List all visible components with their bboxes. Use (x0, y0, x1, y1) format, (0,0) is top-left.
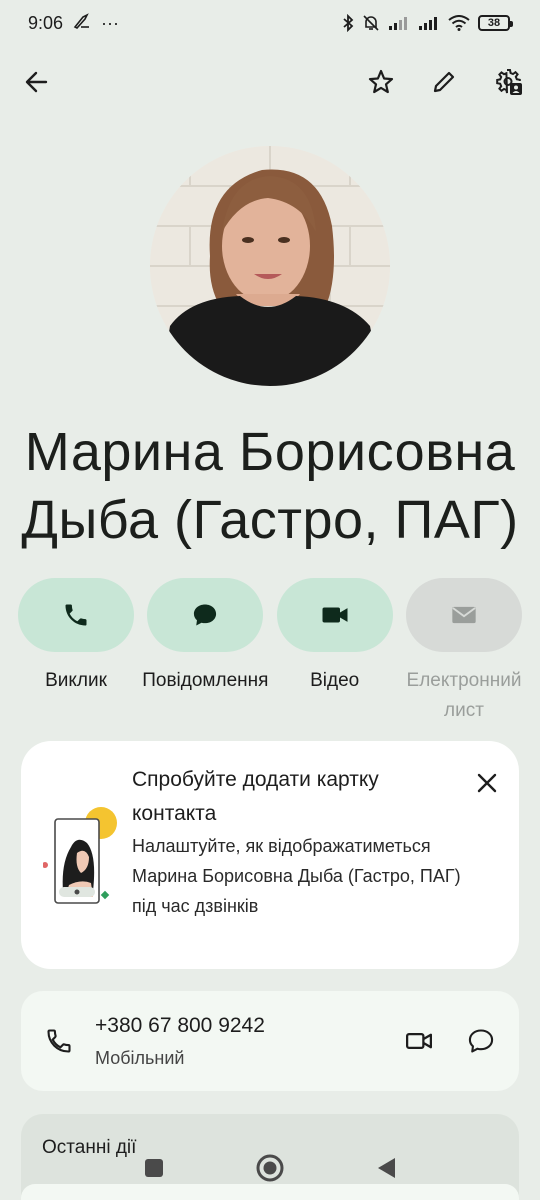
star-outline-icon (368, 69, 394, 94)
message-icon (194, 604, 217, 626)
avatar-photo (150, 146, 390, 386)
battery-level: 38 (487, 17, 501, 29)
videocam-outline-icon (406, 1033, 432, 1049)
triangle-back-icon (378, 1158, 395, 1178)
contact-avatar[interactable] (150, 146, 390, 386)
phone-number[interactable]: +380 67 800 9242 (95, 1011, 265, 1041)
contact-card-illustration (42, 803, 135, 913)
suggestion-title: Спробуйте додати картку контакта (132, 768, 379, 825)
favorite-button[interactable] (357, 58, 405, 106)
message-button[interactable] (147, 578, 264, 652)
contact-name: Марина Борисовна Дыба (Гастро, ПАГ) (21, 422, 519, 550)
home-circle-icon (256, 1154, 284, 1182)
contact-settings-icon (496, 69, 522, 95)
videocam-icon (322, 607, 348, 623)
message-action[interactable]: Повідомлення (142, 578, 268, 726)
status-time: 9:06 (28, 12, 64, 33)
wifi-icon (448, 15, 470, 31)
email-label: Електронний лист (406, 670, 522, 721)
edit-button[interactable] (420, 58, 468, 106)
email-button (405, 578, 522, 652)
phone-outline-icon (47, 1029, 71, 1053)
call-action[interactable]: Виклик (18, 578, 134, 726)
system-nav-bar (0, 1146, 540, 1188)
contact-card-suggestion[interactable]: Спробуйте додати картку контакта Налашту… (21, 741, 519, 969)
phone-entry[interactable]: +380 67 800 9242 Мобільний (21, 991, 519, 1091)
message-outline-icon (468, 1029, 494, 1053)
cleaner-icon (73, 12, 91, 34)
status-more: ··· (101, 12, 120, 33)
battery-icon: 38 (478, 15, 513, 31)
phone-message-button[interactable] (461, 1021, 501, 1061)
signal-1-icon (388, 15, 410, 31)
suggestion-body: Налаштуйте, як відображатиметься Марина … (132, 836, 461, 916)
recents-button[interactable] (138, 1152, 170, 1184)
video-label: Відео (310, 670, 360, 691)
email-action: Електронний лист (405, 578, 522, 726)
status-bar: 9:06 ··· 38 (0, 0, 540, 46)
signal-2-icon (418, 15, 440, 31)
video-button[interactable] (276, 578, 393, 652)
quick-actions: Виклик Повідомлення Відео Електронний ли… (18, 578, 522, 726)
phone-entry-icon (39, 1021, 79, 1061)
contact-settings-button[interactable] (485, 58, 533, 106)
square-icon (145, 1159, 163, 1177)
dismiss-suggestion-button[interactable] (467, 763, 507, 803)
home-button[interactable] (254, 1152, 286, 1184)
back-button[interactable] (13, 58, 61, 106)
phone-icon (65, 604, 87, 626)
top-toolbar (0, 58, 540, 106)
nav-back-button[interactable] (370, 1152, 402, 1184)
email-icon (452, 606, 476, 624)
phone-video-button[interactable] (399, 1021, 439, 1061)
phone-type: Мобільний (95, 1048, 185, 1068)
arrow-back-icon (25, 71, 48, 93)
bluetooth-icon (342, 14, 354, 32)
status-right: 38 (342, 14, 513, 32)
call-label: Виклик (45, 670, 107, 691)
close-icon (477, 773, 497, 793)
pencil-icon (433, 71, 455, 93)
video-action[interactable]: Відео (276, 578, 393, 726)
message-label: Повідомлення (142, 670, 269, 691)
status-left: 9:06 ··· (28, 13, 119, 34)
call-button[interactable] (18, 578, 134, 652)
mute-bell-icon (362, 14, 380, 32)
